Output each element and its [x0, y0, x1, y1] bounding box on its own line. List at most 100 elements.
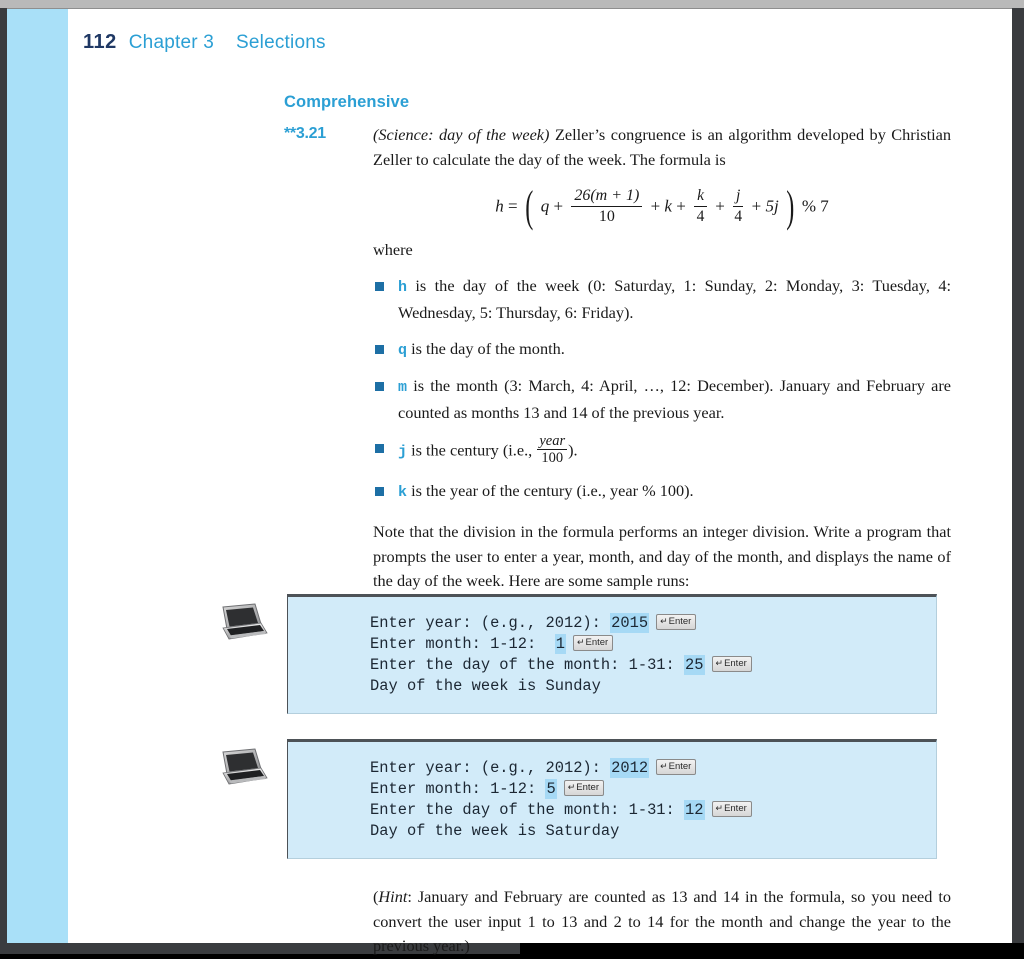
bullet-square-icon [375, 344, 384, 354]
formula-term-q: q [540, 196, 550, 216]
hint-block: (Hint: January and February are counted … [373, 885, 951, 959]
laptop-icon [217, 602, 269, 646]
variable-desc-m: is the month (3: March, 4: April, …, 12:… [398, 376, 951, 422]
year-over-100-fraction: year 100 [537, 433, 568, 467]
list-item-m: m is the month (3: March, 4: April, …, 1… [373, 374, 951, 425]
exercise-intro-paragraph: (Science: day of the week) Zeller’s cong… [373, 123, 951, 172]
list-item-h: h is the day of the week (0: Saturday, 1… [373, 274, 951, 325]
exercise-title-italic: (Science: day of the week) [373, 125, 550, 144]
formula-term-k: k [664, 196, 672, 216]
formula-frac3-denominator: 4 [734, 208, 743, 226]
variable-name-j: j [398, 444, 408, 462]
formula-frac2-denominator: 4 [696, 208, 705, 226]
exercise-block: **3.21 (Science: day of the week) Zeller… [284, 123, 951, 594]
page-edge-tab [7, 9, 68, 943]
console-prompt: Enter year: (e.g., 2012): [370, 759, 611, 777]
console-prompt: Enter year: (e.g., 2012): [370, 614, 611, 632]
bullet-square-icon [375, 282, 384, 292]
variable-desc-j-after: ). [568, 441, 578, 461]
formula-frac2-numerator: k [694, 187, 707, 208]
hint-text: : January and February are counted as 13… [373, 887, 951, 956]
hint-paragraph: (Hint: January and February are counted … [373, 885, 951, 959]
page-number: 112 [83, 31, 117, 53]
section-heading: Comprehensive [284, 93, 410, 111]
variable-desc-j-before: is the century (i.e., [407, 441, 537, 461]
where-label: where [373, 239, 413, 259]
laptop-icon [217, 747, 269, 791]
console-prompt: Enter the day of the month: 1-31: [370, 801, 685, 819]
formula-plus-2: + [650, 196, 661, 216]
console-input-value: 12 [684, 800, 705, 820]
bullet-square-icon [375, 444, 384, 454]
enter-key-label: Enter [724, 658, 747, 669]
enter-key-button[interactable]: ↵Enter [711, 656, 752, 672]
variable-desc-k-italic: year [610, 481, 639, 501]
console-output-1: Enter year: (e.g., 2012): 2015 ↵Enter Ent… [287, 594, 937, 714]
formula-open-paren: ( [525, 182, 534, 232]
variable-definition-list: h is the day of the week (0: Saturday, 1… [373, 274, 951, 506]
return-arrow-icon: ↵ [567, 782, 576, 792]
console-line: Enter year: (e.g., 2012): 2012 ↵Enter [288, 758, 936, 779]
chapter-label: Chapter 3 [128, 32, 215, 53]
note-paragraph: Note that the division in the formula pe… [373, 521, 951, 591]
console-prompt: Enter month: 1-12: [370, 780, 546, 798]
textbook-page: 112 Chapter 3 Selections Comprehensive **3… [7, 9, 1012, 955]
console-line: Day of the week is Saturday [288, 821, 936, 842]
console-result: Day of the week is Saturday [370, 822, 620, 840]
bullet-square-icon [375, 382, 384, 392]
enter-key-button[interactable]: ↵Enter [711, 801, 752, 817]
console-input-value: 1 [554, 634, 566, 654]
formula-equals: = [507, 196, 518, 216]
return-arrow-icon: ↵ [715, 658, 724, 668]
formula-frac1-denominator: 10 [598, 208, 615, 226]
console-prompt: Enter month: 1-12: [370, 635, 555, 653]
enter-key-label: Enter [668, 761, 692, 772]
console-result: Day of the week is Sunday [370, 677, 601, 695]
formula-modulo: % 7 [801, 196, 829, 216]
enter-key-label: Enter [585, 637, 609, 648]
enter-key-button[interactable]: ↵Enter [656, 759, 697, 775]
list-item-k: k is the year of the century (i.e., year… [373, 479, 951, 506]
console-line: Enter month: 1-12: 1 ↵Enter [288, 634, 936, 655]
year-fraction-numerator: year [537, 433, 568, 451]
console-input-value: 25 [684, 655, 705, 675]
enter-key-button[interactable]: ↵Enter [572, 635, 614, 651]
formula-fraction-3: j 4 [733, 187, 744, 226]
variable-desc-q: is the day of the month. [407, 338, 565, 358]
variable-name-h: h [398, 279, 408, 297]
formula-plus-1: + [553, 196, 564, 216]
enter-key-button[interactable]: ↵Enter [563, 780, 604, 796]
formula-plus-3: + [676, 196, 686, 216]
formula-frac3-numerator: j [733, 187, 744, 208]
variable-desc-k-after: % 100). [638, 481, 694, 501]
console-input-value: 2015 [610, 613, 650, 633]
return-arrow-icon: ↵ [660, 616, 668, 626]
exercise-number: **3.21 [284, 125, 326, 142]
viewer-left-gutter [0, 8, 7, 943]
formula-plus-5: + [751, 196, 762, 216]
bullet-square-icon [375, 487, 384, 497]
pdf-viewer: 112 Chapter 3 Selections Comprehensive **3… [0, 0, 1024, 955]
formula-plus-4: + [715, 196, 725, 216]
list-item-q: q is the day of the month. [373, 337, 951, 364]
formula-close-paren: ) [786, 182, 795, 232]
year-fraction-denominator: 100 [541, 450, 564, 467]
formula-term-5j: 5j [765, 196, 779, 216]
formula-fraction-1: 26(m + 1) 10 [571, 187, 643, 226]
enter-key-button[interactable]: ↵Enter [656, 614, 697, 630]
chapter-title: Selections [236, 32, 326, 53]
console-line: Day of the week is Sunday [288, 676, 936, 697]
enter-key-label: Enter [668, 616, 692, 627]
console-line: Enter year: (e.g., 2012): 2015 ↵Enter [288, 613, 936, 634]
variable-name-m: m [398, 379, 408, 397]
variable-name-k: k [398, 484, 408, 502]
console-prompt: Enter the day of the month: 1-31: [370, 656, 685, 674]
console-input-value: 2012 [610, 758, 650, 778]
return-arrow-icon: ↵ [715, 803, 724, 813]
console-line: Enter the day of the month: 1-31: 12 ↵Ent… [288, 800, 936, 821]
exercise-body: (Science: day of the week) Zeller’s cong… [373, 123, 951, 594]
enter-key-label: Enter [576, 782, 599, 793]
variable-name-q: q [398, 341, 408, 359]
hint-label: Hint [378, 887, 408, 906]
console-output-2: Enter year: (e.g., 2012): 2012 ↵Enter Ent… [287, 739, 937, 859]
